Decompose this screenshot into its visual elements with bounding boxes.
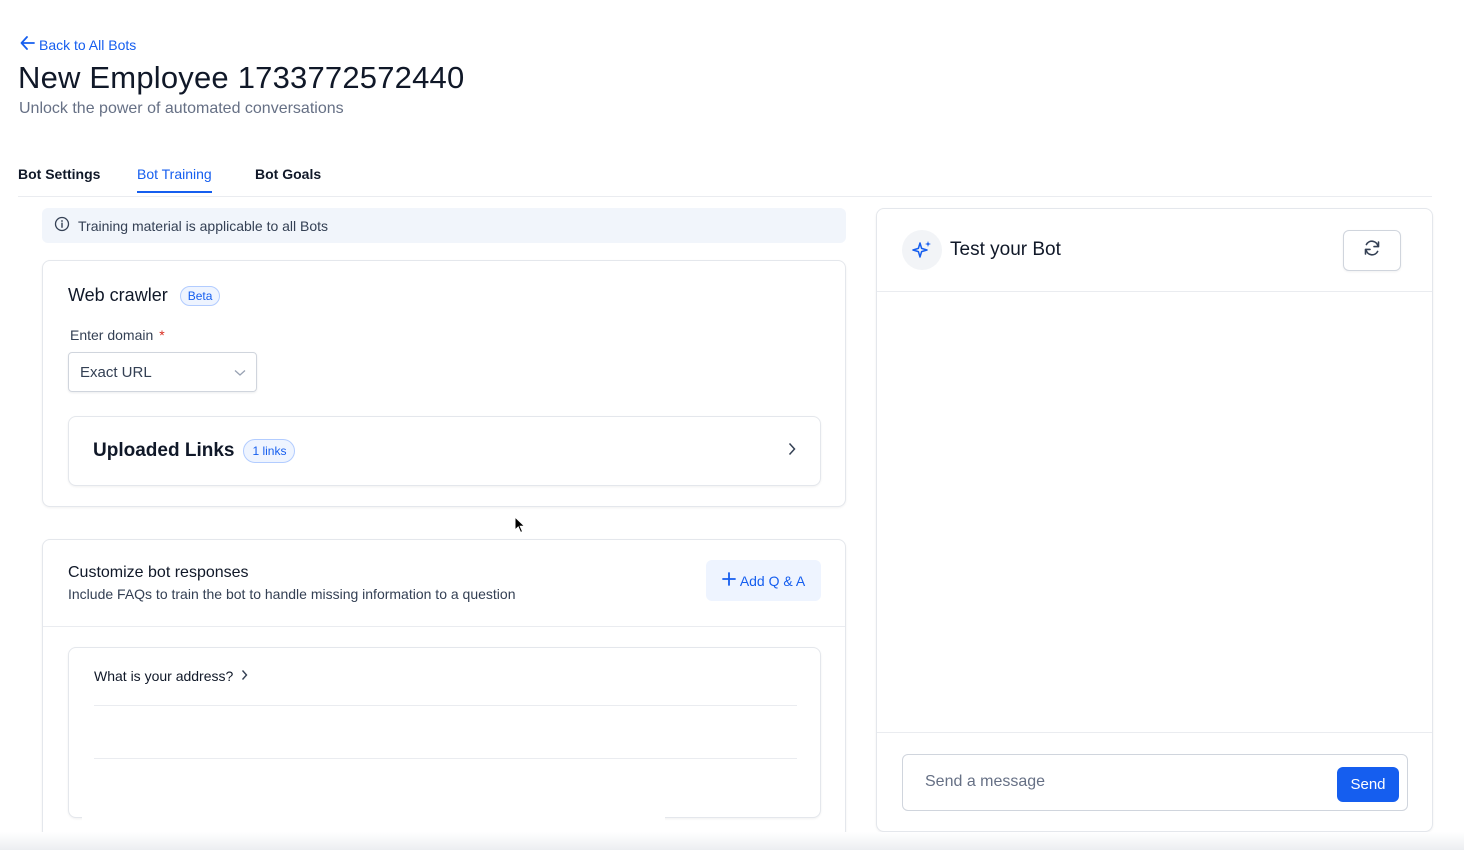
- sparkles-icon: [902, 230, 942, 270]
- customize-responses-title: Customize bot responses: [68, 564, 249, 581]
- bottom-shadow: [0, 832, 1464, 850]
- chevron-right-icon: [241, 668, 248, 684]
- page-subtitle: Unlock the power of automated conversati…: [19, 100, 344, 117]
- refresh-icon: [1363, 239, 1381, 262]
- refresh-chat-button[interactable]: [1343, 230, 1401, 271]
- domain-select-value: Exact URL: [80, 363, 152, 381]
- divider: [94, 758, 797, 759]
- web-crawler-card: Web crawler Beta Enter domain * Exact URL…: [42, 260, 846, 507]
- info-banner-text: Training material is applicable to all B…: [78, 217, 329, 234]
- faq-question: What is your address?: [94, 668, 234, 684]
- add-qa-label: Add Q & A: [739, 572, 806, 589]
- divider: [877, 732, 1432, 733]
- arrow-left-icon: [20, 36, 35, 53]
- uploaded-links-label: Uploaded Links: [93, 440, 235, 461]
- customize-responses-description: Include FAQs to train the bot to handle …: [68, 586, 516, 602]
- plus-icon: [721, 572, 736, 589]
- customize-responses-card: Customize bot responses Include FAQs to …: [42, 539, 846, 839]
- tab-bot-goals[interactable]: Bot Goals: [255, 166, 321, 191]
- domain-type-select[interactable]: Exact URL: [68, 352, 257, 392]
- uploaded-links-row[interactable]: Uploaded Links 1 links: [68, 416, 821, 486]
- web-crawler-title: Web crawler Beta: [68, 285, 221, 306]
- test-bot-title: Test your Bot: [950, 239, 1061, 260]
- back-link-label: Back to All Bots: [39, 36, 137, 53]
- send-button[interactable]: Send: [1337, 767, 1399, 802]
- message-input[interactable]: [923, 772, 1307, 792]
- info-icon: [54, 216, 70, 235]
- back-to-all-bots-link[interactable]: Back to All Bots: [20, 36, 136, 53]
- web-crawler-title-text: Web crawler: [68, 285, 168, 305]
- chevron-down-icon: [234, 364, 246, 381]
- add-qa-button[interactable]: Add Q & A: [706, 560, 821, 601]
- domain-label-text: Enter domain: [70, 327, 154, 343]
- mouse-cursor-icon: [514, 515, 526, 539]
- divider: [43, 626, 845, 627]
- faq-list: What is your address?: [68, 647, 821, 818]
- faq-item[interactable]: What is your address?: [94, 668, 248, 684]
- tab-bot-training[interactable]: Bot Training: [137, 166, 212, 193]
- tab-bar: Bot Settings Bot Training Bot Goals: [18, 160, 1432, 197]
- message-composer: Send: [902, 754, 1408, 811]
- test-bot-header: Test your Bot: [877, 209, 1432, 292]
- tab-bot-settings[interactable]: Bot Settings: [18, 166, 100, 191]
- links-count-badge: 1 links: [243, 439, 296, 463]
- test-bot-panel: Test your Bot Send: [876, 208, 1433, 832]
- divider: [94, 705, 797, 706]
- required-asterisk: *: [159, 327, 165, 343]
- info-banner: Training material is applicable to all B…: [42, 208, 846, 243]
- chevron-right-icon: [788, 442, 796, 461]
- beta-badge: Beta: [179, 285, 221, 306]
- domain-label: Enter domain *: [70, 327, 165, 343]
- page-title: New Employee 1733772572440: [18, 60, 465, 95]
